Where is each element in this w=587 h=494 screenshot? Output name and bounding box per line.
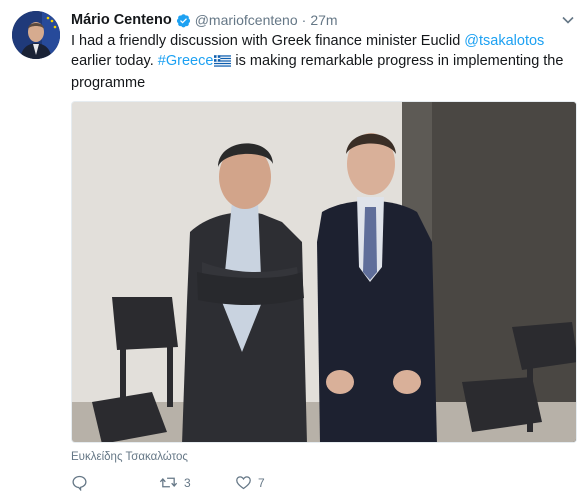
chevron-down-icon[interactable] [561, 13, 575, 27]
retweet-count: 3 [184, 475, 191, 490]
retweet-icon [159, 477, 178, 488]
author-handle[interactable]: @mariofcenteno [195, 12, 298, 28]
hashtag-link[interactable]: #Greece [158, 53, 214, 69]
photo-image [72, 102, 576, 442]
tweet-photo[interactable] [71, 101, 577, 443]
tweet-text-part: earlier today. [71, 53, 158, 69]
tweet-text: I had a friendly discussion with Greek f… [71, 31, 571, 93]
avatar-image [12, 11, 60, 59]
like-count: 7 [258, 475, 265, 490]
photo-caption[interactable]: Ευκλείδης Τσακαλώτος [71, 451, 188, 463]
mention-link[interactable]: @tsakalotos [464, 33, 544, 49]
tweet-header: Mário Centeno @mariofcenteno · 27m [71, 10, 338, 30]
avatar[interactable] [12, 11, 60, 59]
retweet-button[interactable]: 3 [159, 474, 219, 491]
header-separator: · [301, 12, 307, 28]
reply-icon [72, 475, 87, 491]
like-button[interactable]: 7 [235, 474, 295, 491]
reply-button[interactable] [71, 474, 131, 491]
heart-icon [236, 476, 251, 490]
tweet-card[interactable]: Mário Centeno @mariofcenteno · 27m I had… [0, 0, 587, 494]
tweet-actions: 3 7 [71, 474, 295, 494]
tweet-timestamp[interactable]: 27m [310, 12, 337, 28]
tweet-text-part: I had a friendly discussion with Greek f… [71, 33, 465, 49]
author-name[interactable]: Mário Centeno [71, 12, 172, 28]
verified-badge-icon [176, 13, 191, 28]
greece-flag-icon [214, 53, 232, 73]
